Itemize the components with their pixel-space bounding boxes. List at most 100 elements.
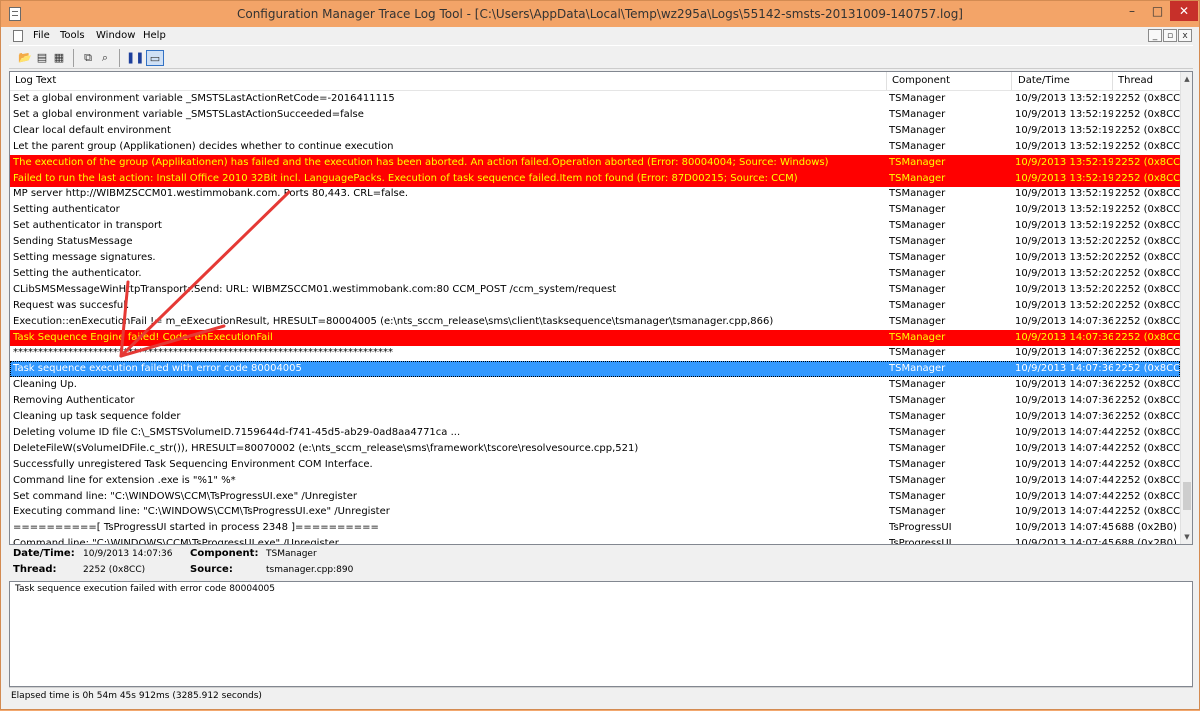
table-row[interactable]: Execution::enExecutionFail != m_eExecuti… [10,314,1180,330]
row-cell-component: TSManager [889,347,946,359]
copy-icon[interactable]: ⧉ [80,50,96,66]
menu-window[interactable]: Window [96,30,135,41]
table-row[interactable]: Set command line: "C:\WINDOWS\CCM\TsProg… [10,489,1180,505]
row-cell-text: ==========[ TsProgressUI started in proc… [13,522,379,534]
table-row[interactable]: Let the parent group (Applikationen) dec… [10,139,1180,155]
mdi-close-button[interactable]: x [1178,29,1192,42]
app-window: Configuration Manager Trace Log Tool - [… [0,0,1200,710]
row-cell-text: Set authenticator in transport [13,220,162,232]
row-cell-text: Command line: "C:\WINDOWS\CCM\TsProgress… [13,538,339,545]
vertical-scrollbar[interactable]: ▲ ▼ [1180,72,1192,544]
row-cell-datetime: 10/9/2013 13:52:19 [1015,204,1113,216]
print-icon[interactable]: ▦ [51,50,67,66]
row-cell-datetime: 10/9/2013 13:52:19 [1015,93,1113,104]
maximize-button[interactable]: □ [1145,1,1170,21]
row-cell-component: TSManager [889,315,946,327]
minimize-button[interactable]: – [1119,1,1145,21]
table-row[interactable]: Task sequence execution failed with erro… [10,361,1180,378]
table-row[interactable]: Set a global environment variable _SMSTS… [10,107,1180,123]
table-row[interactable]: Setting message signatures. TSManager 10/9… [10,250,1180,266]
row-cell-component: TSManager [889,474,946,486]
table-row[interactable]: Executing command line: "C:\WINDOWS\CCM\… [10,504,1180,520]
menu-tools[interactable]: Tools [60,30,85,41]
table-row[interactable]: ****************************************… [10,345,1180,361]
row-cell-text: Successfully unregistered Task Sequencin… [13,458,373,470]
table-row[interactable]: Cleaning Up. TSManager 10/9/2013 14:07:36 2… [10,377,1180,393]
mdi-restore-button[interactable]: ▫ [1163,29,1177,42]
column-divider[interactable] [1112,72,1113,90]
row-cell-datetime: 10/9/2013 14:07:44 [1015,474,1113,486]
table-row[interactable]: Set authenticator in transport TSManager 1… [10,218,1180,234]
table-row[interactable]: ==========[ TsProgressUI started in proc… [10,520,1180,536]
menu-help[interactable]: Help [143,30,166,41]
table-row[interactable]: Command line for extension .exe is "%1" … [10,473,1180,489]
row-cell-text: Command line for extension .exe is "%1" … [13,474,236,486]
print-preview-icon[interactable]: ▤ [34,50,50,66]
row-cell-component: TSManager [889,267,946,279]
row-cell-component: TSManager [889,426,946,438]
log-grid[interactable]: Log Text Component Date/Time Thread Set … [9,71,1193,545]
row-cell-component: TsProgressUI [889,538,952,545]
table-row[interactable]: Deleting volume ID file C:\_SMSTSVolumeI… [10,425,1180,441]
row-cell-thread: 2252 (0x8CC) [1115,379,1180,391]
row-cell-thread: 2252 (0x8CC) [1115,236,1180,248]
row-cell-thread: 688 (0x2B0) [1115,538,1177,545]
message-box[interactable]: Task sequence execution failed with erro… [9,581,1193,687]
table-row[interactable]: Task Sequence Engine failed! Code: enExe… [10,329,1180,346]
table-row[interactable]: Set a global environment variable _SMSTS… [10,91,1180,107]
table-row[interactable]: Removing Authenticator TSManager 10/9/2013… [10,393,1180,409]
toolbar-separator [119,49,120,67]
column-header-component[interactable]: Component [892,75,950,86]
row-cell-thread: 2252 (0x8CC) [1115,108,1180,120]
row-cell-datetime: 10/9/2013 14:07:36 [1015,331,1113,343]
datetime-value: 10/9/2013 14:07:36 [83,549,173,559]
table-row[interactable]: Setting the authenticator. TSManager 10/9/… [10,266,1180,282]
row-cell-component: TSManager [889,140,946,152]
source-value: tsmanager.cpp:890 [266,565,354,575]
thread-value: 2252 (0x8CC) [83,565,146,575]
view-icon[interactable]: ▭ [146,50,164,66]
table-row[interactable]: The execution of the group (Applikatione… [10,154,1180,171]
column-divider[interactable] [886,72,887,90]
row-cell-text: Removing Authenticator [13,395,135,407]
table-row[interactable]: Clear local default environment TSManager… [10,123,1180,139]
table-row[interactable]: Request was succesful. TSManager 10/9/2013… [10,298,1180,314]
row-cell-thread: 2252 (0x8CC) [1115,204,1180,216]
column-header-log-text[interactable]: Log Text [15,75,56,86]
pause-icon[interactable]: ❚❚ [126,50,144,66]
table-row[interactable]: Sending StatusMessage TSManager 10/9/2013 … [10,234,1180,250]
menu-file[interactable]: File [33,30,50,41]
table-row[interactable]: Successfully unregistered Task Sequencin… [10,457,1180,473]
table-row[interactable]: DeleteFileW(sVolumeIDFile.c_str()), HRES… [10,441,1180,457]
scroll-thumb[interactable] [1183,482,1191,510]
column-divider[interactable] [1011,72,1012,90]
toolbar-separator [73,49,74,67]
row-cell-component: TSManager [889,236,946,248]
title-bar[interactable]: Configuration Manager Trace Log Tool - [… [1,1,1199,27]
table-row[interactable]: Setting authenticator TSManager 10/9/2013 … [10,202,1180,218]
row-cell-thread: 2252 (0x8CC) [1115,331,1180,343]
table-row[interactable]: MP server http://WIBMZSCCM01.westimmoban… [10,186,1180,202]
row-cell-text: Let the parent group (Applikationen) dec… [13,140,394,152]
table-row[interactable]: Failed to run the last action: Install O… [10,170,1180,187]
row-cell-text: Clear local default environment [13,124,171,136]
open-icon[interactable]: 📂 [17,50,33,66]
document-icon[interactable] [13,30,23,42]
scroll-up-icon[interactable]: ▲ [1181,72,1192,86]
close-button[interactable]: ✕ [1170,1,1198,21]
row-cell-text: CLibSMSMessageWinHttpTransport::Send: UR… [13,283,617,295]
scroll-down-icon[interactable]: ▼ [1181,530,1192,544]
find-icon[interactable]: ⌕ [97,50,113,66]
row-cell-datetime: 10/9/2013 14:07:36 [1015,379,1113,391]
mdi-minimize-button[interactable]: _ [1148,29,1162,42]
table-row[interactable]: CLibSMSMessageWinHttpTransport::Send: UR… [10,282,1180,298]
row-cell-datetime: 10/9/2013 14:07:44 [1015,426,1113,438]
column-header-thread[interactable]: Thread [1118,75,1153,86]
table-row[interactable]: Cleaning up task sequence folder TSManage… [10,409,1180,425]
column-header-datetime[interactable]: Date/Time [1018,75,1070,86]
row-cell-component: TSManager [889,363,946,375]
row-cell-thread: 2252 (0x8CC) [1115,299,1180,311]
row-cell-datetime: 10/9/2013 13:52:19 [1015,140,1113,152]
row-cell-text: MP server http://WIBMZSCCM01.westimmoban… [13,188,409,200]
table-row[interactable]: Command line: "C:\WINDOWS\CCM\TsProgress… [10,536,1180,545]
